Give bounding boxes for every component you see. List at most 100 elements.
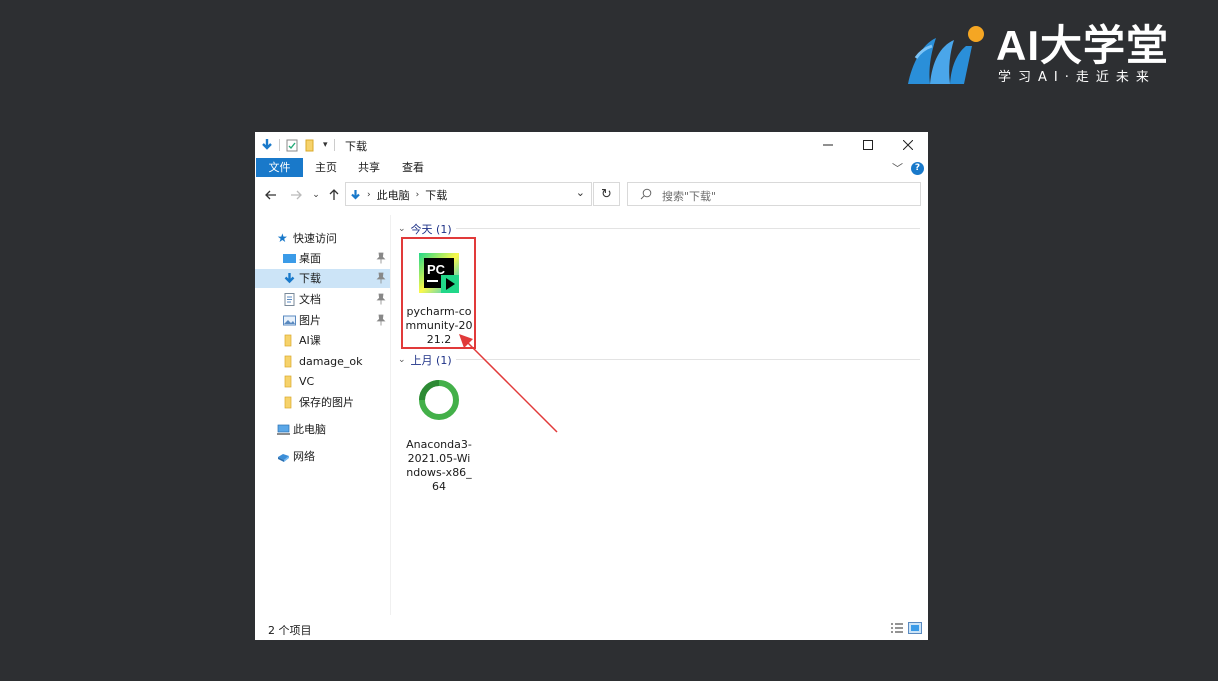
star-icon: ★ xyxy=(277,231,288,245)
navigation-bar: ⌄ › 此电脑 › 下载 ⌄ ↻ 搜索"下载" xyxy=(255,181,928,211)
sidebar-item-quick-access[interactable]: ★ 快速访问 xyxy=(255,229,390,248)
sidebar-item-documents[interactable]: 文档 xyxy=(255,290,390,309)
pin-icon[interactable] xyxy=(376,314,386,326)
tab-home[interactable]: 主页 xyxy=(315,158,337,177)
toolbar-separator xyxy=(333,139,335,151)
status-item-count: 2 个项目 xyxy=(268,624,312,637)
brand-logo: AI大学堂 学习AI·走近未来 xyxy=(906,22,1196,92)
file-name: Anaconda3-2021.05-Windows-x86_64 xyxy=(406,438,472,493)
maximize-icon xyxy=(863,139,873,150)
minimize-button[interactable] xyxy=(808,132,848,157)
brand-logo-mark-icon xyxy=(908,26,984,84)
window-title: 下载 xyxy=(345,140,367,153)
toolbar-separator xyxy=(279,139,280,151)
large-icons-view-icon[interactable] xyxy=(908,622,922,634)
annotation-arrow-icon xyxy=(459,334,558,433)
sidebar-item-label: AI课 xyxy=(299,334,321,347)
sidebar-item-ai-course[interactable]: AI课 xyxy=(255,331,390,350)
close-icon xyxy=(903,139,913,150)
close-button[interactable] xyxy=(888,132,928,157)
arrow-up-icon xyxy=(329,189,339,200)
brand-title: AI大学堂 xyxy=(996,22,1170,69)
folder-icon xyxy=(284,396,292,409)
chevron-right-icon: › xyxy=(415,190,420,200)
group-header[interactable]: ⌄ 今天 (1) xyxy=(398,221,452,237)
download-arrow-icon xyxy=(351,190,360,200)
group-header[interactable]: ⌄ 上月 (1) xyxy=(398,352,452,368)
pictures-icon xyxy=(283,315,296,326)
group-divider xyxy=(456,228,920,229)
group-header-label: 今天 (1) xyxy=(410,223,452,236)
sidebar-item-label: damage_ok xyxy=(299,355,363,368)
navigation-pane: ★ 快速访问 桌面 下载 文档 图片 AI课 damage_ok VC 保存的图… xyxy=(255,219,390,619)
ribbon: 文件 主页 共享 查看 ﹀ ? xyxy=(255,158,928,178)
sidebar-item-label: 此电脑 xyxy=(293,423,326,436)
breadcrumb-downloads[interactable]: 下载 xyxy=(425,187,447,203)
pin-icon[interactable] xyxy=(376,272,386,284)
properties-icon[interactable] xyxy=(286,139,298,152)
sidebar-item-network[interactable]: 网络 xyxy=(255,447,390,466)
folder-icon xyxy=(284,375,292,388)
breadcrumb: › 此电脑 › 下载 xyxy=(350,187,447,203)
desktop-icon xyxy=(283,254,296,263)
pin-icon[interactable] xyxy=(376,252,386,264)
chevron-down-icon: ⌄ xyxy=(398,355,406,365)
search-icon xyxy=(640,188,652,200)
brand-slogan: 学习AI·走近未来 xyxy=(998,70,1156,85)
breadcrumb-this-pc[interactable]: 此电脑 xyxy=(377,187,410,203)
up-button[interactable] xyxy=(327,187,341,203)
sidebar-item-damage-ok[interactable]: damage_ok xyxy=(255,352,390,371)
search-input[interactable]: 搜索"下载" xyxy=(662,188,716,204)
new-folder-icon[interactable] xyxy=(304,139,316,152)
quick-access-toolbar: ▾ xyxy=(261,137,335,153)
tab-file[interactable]: 文件 xyxy=(256,158,303,177)
sidebar-item-label: 图片 xyxy=(299,314,321,327)
ribbon-controls: ﹀ ? xyxy=(892,160,924,176)
maximize-button[interactable] xyxy=(848,132,888,157)
chevron-down-icon: ⌄ xyxy=(312,190,320,200)
sidebar-item-label: 文档 xyxy=(299,293,321,306)
sidebar-item-label: VC xyxy=(299,375,315,388)
sidebar-item-label: 下载 xyxy=(299,272,321,285)
view-toggle xyxy=(890,622,922,634)
download-icon xyxy=(284,273,295,284)
search-box[interactable]: 搜索"下载" xyxy=(627,182,921,206)
chevron-down-icon: ⌄ xyxy=(398,224,406,234)
network-icon xyxy=(278,454,289,462)
arrow-left-icon xyxy=(265,190,276,200)
minimize-icon xyxy=(823,144,833,145)
sidebar-item-vc[interactable]: VC xyxy=(255,372,390,391)
refresh-button[interactable]: ↻ xyxy=(593,182,620,206)
sidebar-item-saved-pictures[interactable]: 保存的图片 xyxy=(255,393,390,412)
expand-ribbon-icon[interactable]: ﹀ xyxy=(892,160,903,176)
forward-button[interactable] xyxy=(288,187,304,203)
sidebar-item-downloads[interactable]: 下载 xyxy=(255,269,390,288)
details-view-icon[interactable] xyxy=(890,622,904,634)
sidebar-item-desktop[interactable]: 桌面 xyxy=(255,249,390,268)
computer-icon xyxy=(277,424,290,435)
address-bar[interactable]: › 此电脑 › 下载 ⌄ xyxy=(345,182,592,206)
arrow-right-icon xyxy=(291,190,302,200)
download-arrow-icon[interactable] xyxy=(261,138,273,152)
sidebar-item-label: 快速访问 xyxy=(293,232,337,245)
sidebar-item-pictures[interactable]: 图片 xyxy=(255,311,390,330)
recent-locations-button[interactable]: ⌄ xyxy=(311,187,321,203)
address-dropdown-icon[interactable]: ⌄ xyxy=(576,186,585,199)
sidebar-item-this-pc[interactable]: 此电脑 xyxy=(255,420,390,439)
sidebar-item-label: 保存的图片 xyxy=(299,396,354,409)
folder-icon xyxy=(284,334,292,347)
file-explorer-window: ▾ 下载 文件 主页 共享 查看 ﹀ ? ⌄ › 此电脑 › 下载 ⌄ ↻ 搜索… xyxy=(255,132,928,640)
customize-toolbar-icon[interactable]: ▾ xyxy=(323,140,328,150)
back-button[interactable] xyxy=(263,187,279,203)
sidebar-item-label: 桌面 xyxy=(299,252,321,265)
tab-view[interactable]: 查看 xyxy=(402,158,424,177)
tab-share[interactable]: 共享 xyxy=(358,158,380,177)
title-bar: ▾ 下载 xyxy=(255,132,928,157)
pin-icon[interactable] xyxy=(376,293,386,305)
pane-divider[interactable] xyxy=(390,215,391,615)
help-icon[interactable]: ? xyxy=(911,161,924,175)
documents-icon xyxy=(284,293,295,306)
refresh-icon: ↻ xyxy=(601,186,612,202)
group-today: ⌄ 今天 (1) xyxy=(398,221,920,237)
folder-icon xyxy=(284,355,292,368)
